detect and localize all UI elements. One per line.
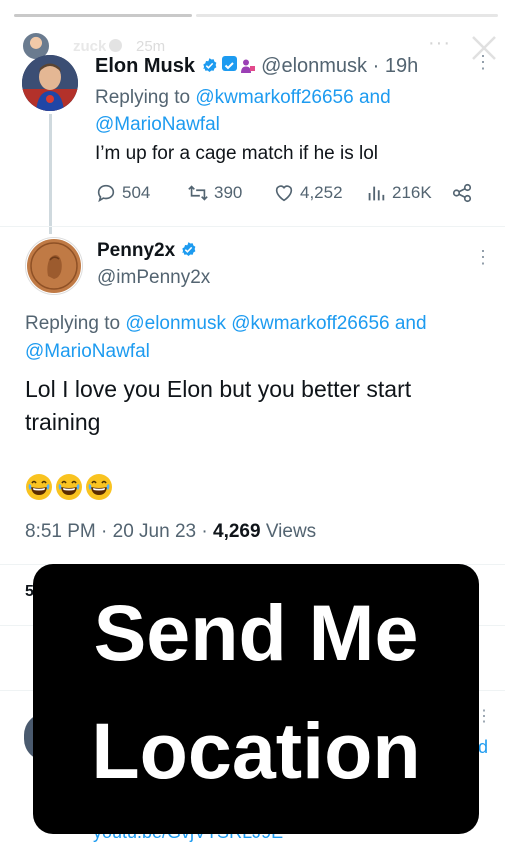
sticker-line-2: Location <box>91 706 421 795</box>
tweet1-replying-to: Replying to @kwmarkoff26656 and @MarioNa… <box>95 84 475 138</box>
penny-coin-image <box>27 239 81 293</box>
story-time: 25m <box>136 38 166 55</box>
verified-badge-icon <box>202 58 216 72</box>
verified-icon <box>109 39 123 52</box>
like-count: 4,252 <box>300 183 343 202</box>
reply-icon <box>97 184 115 203</box>
heart-icon <box>275 185 293 202</box>
tweet2-handle[interactable]: @imPenny2x <box>97 267 210 289</box>
tweet2-more-icon[interactable]: ⋮ <box>474 248 492 266</box>
affiliate-badge-icon <box>221 56 237 71</box>
retweet-count: 390 <box>214 183 243 202</box>
tweet1-time: · 19h <box>372 55 419 77</box>
views-count: 4,269 <box>213 521 261 542</box>
elon-avatar-image <box>22 55 78 111</box>
tweet2-author-name: Penny2x <box>97 240 176 261</box>
timestamp: 8:51 PM · 20 Jun 23 · <box>25 521 213 542</box>
thread-connector <box>49 114 52 234</box>
tweet2-author[interactable]: Penny2x <box>97 240 197 262</box>
tweet1-header: Elon Musk @elonmusk · 19h <box>95 55 418 78</box>
tweet1-actions: 504 390 4,252 216K <box>95 182 480 208</box>
story-progress-bar <box>14 14 192 17</box>
partial-link-text: d <box>478 737 489 757</box>
share-button[interactable] <box>451 182 473 204</box>
share-icon <box>452 183 472 203</box>
tweet1-handle[interactable]: @elonmusk <box>261 55 367 77</box>
retweet-icon <box>188 185 208 201</box>
laughing-emoji-icon <box>56 474 82 500</box>
views-label: Views <box>260 521 317 542</box>
tweet2-replying-to: Replying to @elonmusk @kwmarkoff26656 an… <box>25 310 495 366</box>
sticker-line-1: Send Me <box>93 588 419 677</box>
story-text-sticker[interactable]: Send Me Location <box>33 564 479 834</box>
avatar[interactable] <box>22 55 78 111</box>
tweet1-author-name[interactable]: Elon Musk <box>95 55 195 77</box>
laughing-emoji-icon <box>26 474 52 500</box>
views-button[interactable]: 216K <box>365 182 432 204</box>
verified-badge-icon <box>182 242 196 256</box>
like-button[interactable]: 4,252 <box>273 182 343 204</box>
tweet1-text: I’m up for a cage match if he is lol <box>95 143 379 164</box>
divider <box>0 226 505 227</box>
retweet-button[interactable]: 390 <box>187 182 242 204</box>
view-count: 216K <box>392 183 432 202</box>
story-progress-track <box>196 14 498 17</box>
tweet1-more-icon[interactable]: ⋮ <box>474 53 492 71</box>
replying-label: Replying to <box>25 313 126 334</box>
tweet2-text: Lol I love you Elon but you better start… <box>25 376 412 435</box>
government-badge-icon <box>240 59 255 73</box>
reply-count: 504 <box>122 183 151 202</box>
tweet2-meta: 8:51 PM · 20 Jun 23 · 4,269 Views <box>25 521 316 543</box>
story-username[interactable]: zuck <box>73 38 123 55</box>
avatar[interactable] <box>25 237 83 295</box>
emoji-row <box>25 473 113 501</box>
story-more-icon[interactable]: ··· <box>428 32 451 55</box>
analytics-icon <box>368 186 385 201</box>
reply-button[interactable]: 504 <box>95 182 150 204</box>
laughing-emoji-icon <box>86 474 112 500</box>
replying-label: Replying to <box>95 87 196 108</box>
